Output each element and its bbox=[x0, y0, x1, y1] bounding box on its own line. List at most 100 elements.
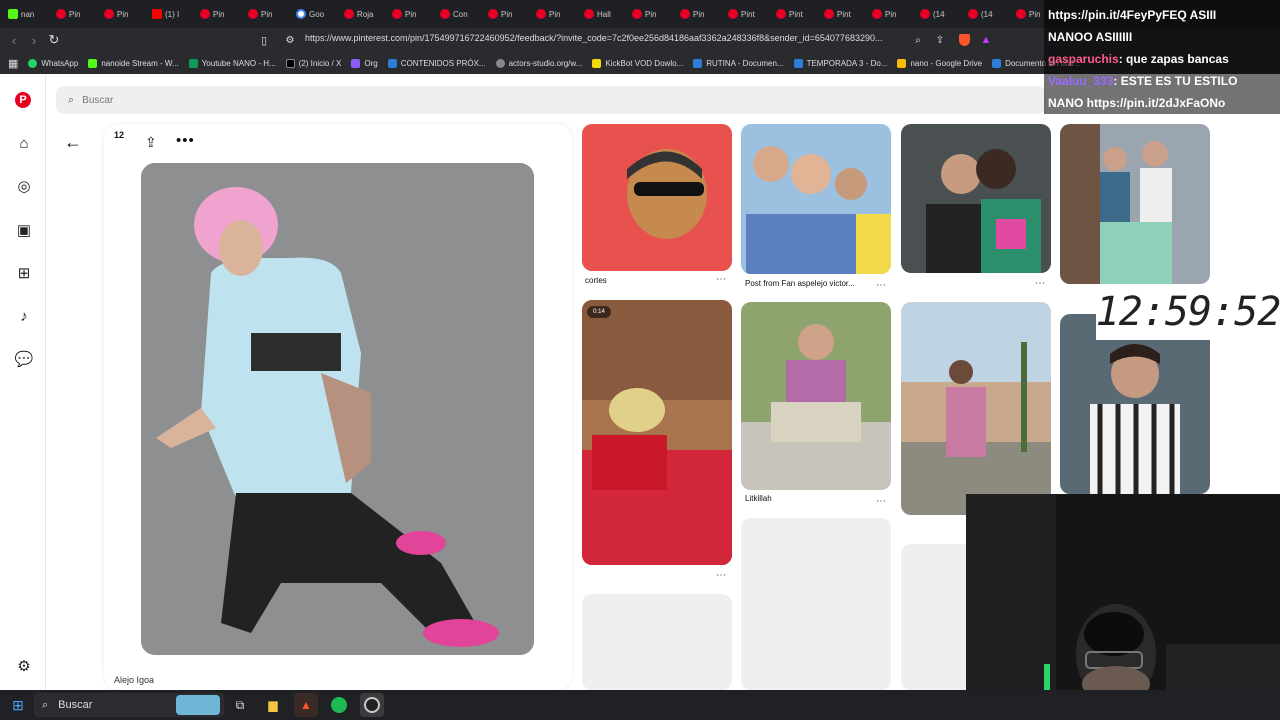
bookmark-item[interactable]: KickBot VOD Dowlo... bbox=[592, 58, 683, 68]
browser-tab[interactable]: Pin bbox=[388, 3, 436, 25]
browser-tab[interactable]: (14 bbox=[964, 3, 1012, 25]
red-car-photo bbox=[582, 300, 732, 565]
url-field[interactable]: https://www.pinterest.com/pin/1754997167… bbox=[305, 33, 905, 43]
browser-tab[interactable]: (1) I bbox=[148, 3, 196, 25]
pin-thumbnail[interactable] bbox=[901, 124, 1051, 273]
pinterest-icon bbox=[440, 9, 450, 19]
pinterest-icon bbox=[680, 9, 690, 19]
pin-thumbnail[interactable] bbox=[582, 300, 732, 565]
messages-icon[interactable]: 💬 bbox=[14, 349, 34, 369]
browser-tab[interactable]: Pint bbox=[772, 3, 820, 25]
browser-tab[interactable]: (14 bbox=[916, 3, 964, 25]
site-info-icon[interactable]: ⚙ bbox=[280, 30, 300, 50]
pin-thumbnail[interactable] bbox=[741, 302, 891, 490]
pin-count: 12 bbox=[114, 130, 125, 140]
chat-username: Vaaluu_333 bbox=[1048, 74, 1114, 88]
browser-tab[interactable]: Roja bbox=[340, 3, 388, 25]
brave-icon[interactable]: ▲ bbox=[294, 693, 318, 717]
browser-tab[interactable]: Pin bbox=[100, 3, 148, 25]
more-options-icon[interactable]: ⋯ bbox=[716, 570, 726, 581]
browser-tab[interactable]: Pin bbox=[532, 3, 580, 25]
apps-icon[interactable]: ▦ bbox=[8, 57, 18, 70]
browser-tab[interactable]: Pin bbox=[628, 3, 676, 25]
docs-icon bbox=[793, 58, 803, 68]
search-input[interactable]: ⌕ Buscar bbox=[56, 86, 1046, 114]
home-icon[interactable]: ⌂ bbox=[14, 133, 34, 153]
bookmark-icon[interactable]: ▯ bbox=[254, 30, 274, 50]
browser-tab[interactable]: Pin bbox=[196, 3, 244, 25]
bookmark-item[interactable]: Youtube NANO - H... bbox=[188, 58, 276, 68]
chat-text: : que zapas bancas bbox=[1118, 52, 1229, 66]
forward-icon[interactable]: › bbox=[24, 30, 44, 50]
browser-tab[interactable]: Con bbox=[436, 3, 484, 25]
pinterest-icon bbox=[872, 9, 882, 19]
more-options-icon[interactable]: ⋯ bbox=[876, 280, 886, 291]
browser-tab[interactable]: Pin bbox=[244, 3, 292, 25]
main-pin-image[interactable] bbox=[141, 163, 534, 655]
pin-thumbnail[interactable] bbox=[582, 124, 732, 271]
browser-tab[interactable]: Pin bbox=[676, 3, 724, 25]
taskbar-search[interactable]: ⌕ Buscar bbox=[34, 693, 224, 717]
pinterest-logo-icon[interactable]: P bbox=[15, 92, 31, 108]
browser-tab[interactable]: Pin bbox=[484, 3, 532, 25]
obs-icon[interactable] bbox=[360, 693, 384, 717]
bookmark-item[interactable]: nanoide Stream - W... bbox=[88, 58, 179, 68]
pin-title[interactable]: Litkillah bbox=[745, 494, 772, 503]
sidebar: P ⌂ ◎ ▣ ⊞ ♪ 💬 ⚙ bbox=[0, 74, 46, 690]
author-name[interactable]: Alejo Igoa bbox=[114, 675, 154, 685]
chat-text: : ESTE ES TU ESTILO bbox=[1113, 74, 1238, 88]
notifications-icon[interactable]: ♪ bbox=[14, 306, 34, 326]
browser-tab[interactable]: Pin bbox=[52, 3, 100, 25]
browser-tab[interactable]: Pint bbox=[820, 3, 868, 25]
windows-start-icon[interactable]: ⊞ bbox=[6, 693, 30, 717]
sheets-icon bbox=[188, 58, 198, 68]
share-icon[interactable]: ⇪ bbox=[930, 30, 950, 50]
couple-photo bbox=[901, 124, 1051, 273]
browser-tab[interactable]: Goo bbox=[292, 3, 340, 25]
back-arrow-icon[interactable]: ← bbox=[64, 132, 82, 153]
more-options-icon[interactable]: ⋯ bbox=[716, 274, 726, 285]
pinterest-icon bbox=[584, 9, 594, 19]
bookmark-item[interactable]: actors-studio.org/w... bbox=[495, 58, 582, 68]
browser-tab[interactable]: Pint bbox=[724, 3, 772, 25]
video-badge: 0:14 bbox=[587, 306, 611, 318]
pin-thumbnail[interactable] bbox=[901, 302, 1051, 515]
task-view-icon[interactable]: ⧉ bbox=[228, 693, 252, 717]
zoom-icon[interactable]: ⌕ bbox=[908, 30, 928, 50]
brave-rewards-icon[interactable]: ▲ bbox=[976, 30, 996, 50]
bookmark-item[interactable]: TEMPORADA 3 - Do... bbox=[793, 58, 887, 68]
more-options-icon[interactable]: ⋯ bbox=[876, 496, 886, 507]
pinterest-icon bbox=[104, 9, 114, 19]
back-icon[interactable]: ‹ bbox=[4, 30, 24, 50]
windows-taskbar: ⊞ ⌕ Buscar ⧉ ▆ ▲ bbox=[0, 690, 1280, 720]
bookmark-item[interactable]: CONTENIDOS PRÓX... bbox=[387, 58, 486, 68]
pin-title[interactable]: Post from Fan aspelejo victor... bbox=[745, 279, 855, 288]
docs-icon bbox=[387, 58, 397, 68]
share-icon[interactable]: ⇪ bbox=[145, 134, 157, 151]
bookmark-item[interactable]: RUTINA - Documen... bbox=[693, 58, 784, 68]
browser-tab[interactable]: nan bbox=[4, 3, 52, 25]
browser-tab[interactable]: Hall bbox=[580, 3, 628, 25]
spotify-icon[interactable] bbox=[327, 693, 351, 717]
more-options-icon[interactable]: ⋯ bbox=[1035, 278, 1045, 289]
boards-icon[interactable]: ▣ bbox=[14, 220, 34, 240]
file-explorer-icon[interactable]: ▆ bbox=[261, 693, 285, 717]
google-icon bbox=[296, 9, 306, 19]
more-options-icon[interactable]: ••• bbox=[176, 132, 195, 149]
pin-thumbnail[interactable] bbox=[1060, 314, 1210, 494]
bookmark-item[interactable]: (2) Inicio / X bbox=[285, 58, 341, 68]
create-icon[interactable]: ⊞ bbox=[14, 263, 34, 283]
brave-shield-icon[interactable] bbox=[954, 30, 974, 50]
bookmark-item[interactable]: nano - Google Drive bbox=[897, 58, 982, 68]
pin-thumbnail[interactable] bbox=[741, 124, 891, 274]
browser-tab[interactable]: Pin bbox=[868, 3, 916, 25]
pin-thumbnail[interactable] bbox=[1060, 124, 1210, 284]
bookmark-item[interactable]: WhatsApp bbox=[28, 58, 78, 68]
bookmark-item[interactable]: Org bbox=[351, 58, 378, 68]
reload-icon[interactable]: ↻ bbox=[44, 30, 64, 50]
pink-hair-guy-photo bbox=[141, 163, 534, 655]
settings-icon[interactable]: ⚙ bbox=[14, 656, 34, 676]
pin-title[interactable]: cortes bbox=[585, 276, 607, 285]
explore-icon[interactable]: ◎ bbox=[14, 176, 34, 196]
two-guys-street-photo bbox=[1060, 124, 1210, 284]
